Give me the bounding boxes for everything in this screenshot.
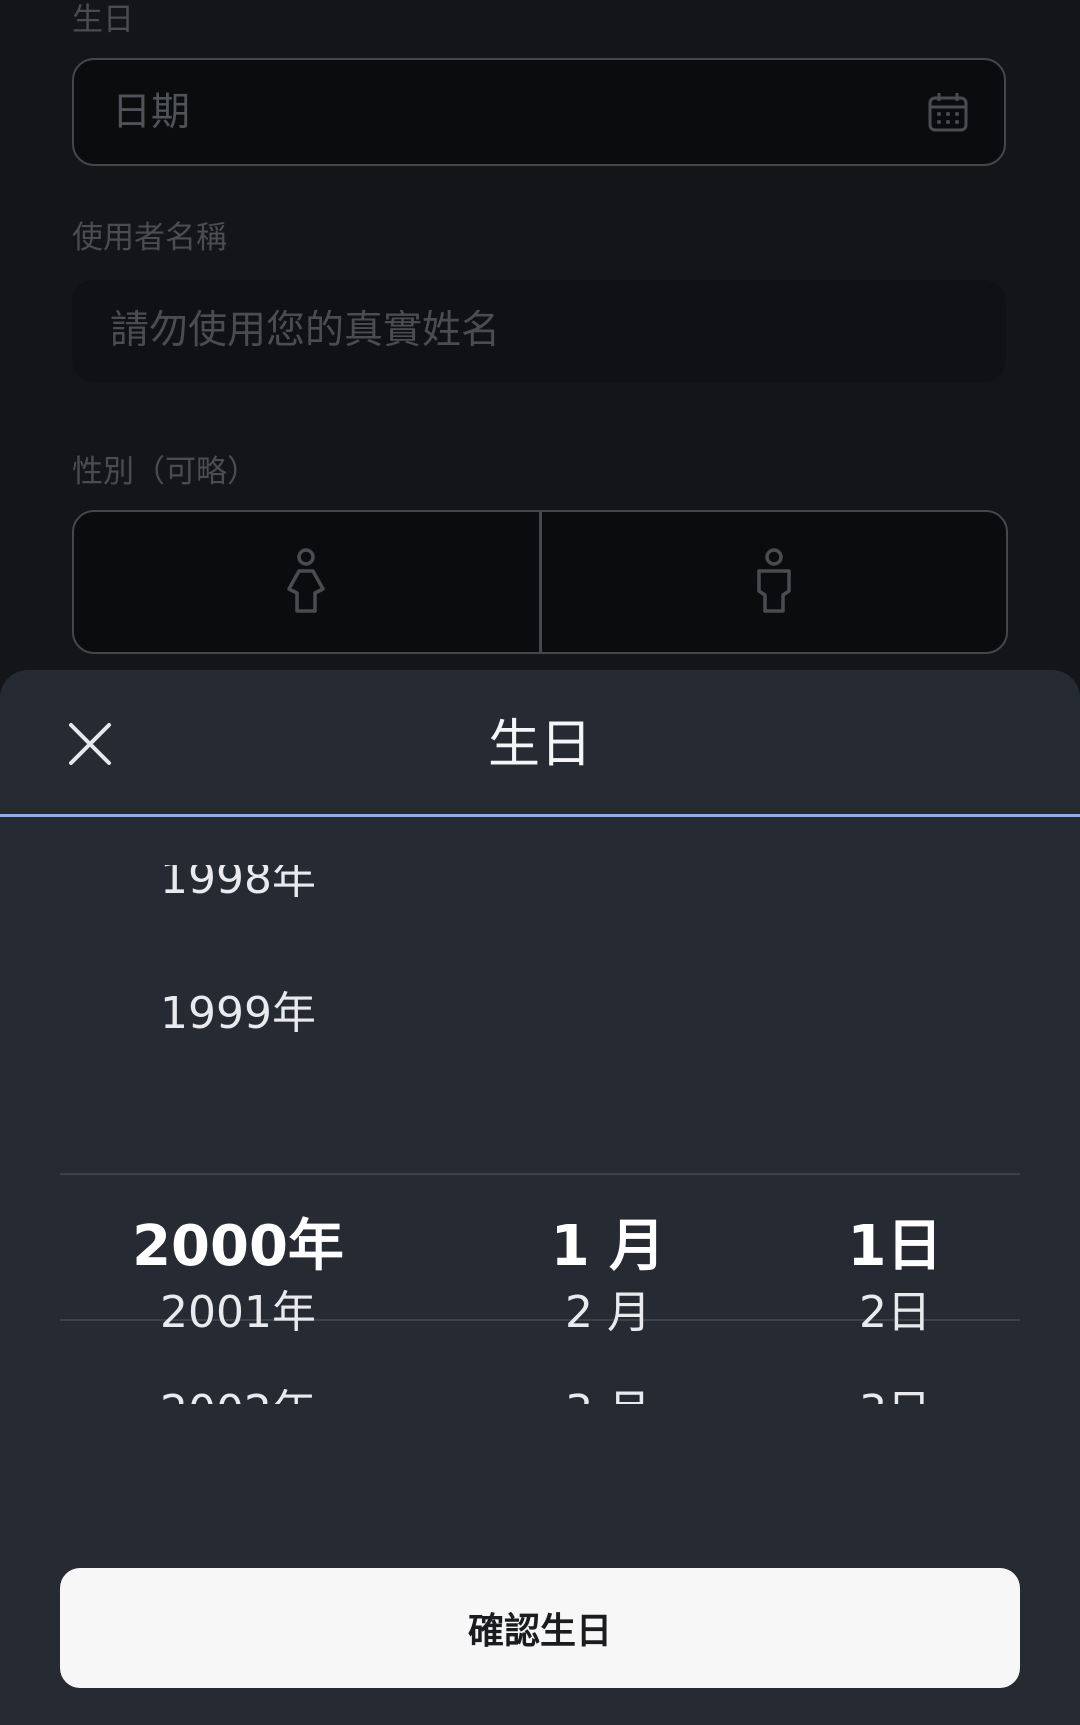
- month-wheel[interactable]: 1 月 2 月 3 月: [458, 817, 758, 1423]
- date-placeholder: 日期: [112, 90, 191, 135]
- female-person-icon: [287, 548, 325, 613]
- calendar-icon: [928, 93, 968, 132]
- birthday-label: 生日: [72, 2, 134, 38]
- day-option[interactable]: 3日: [745, 1382, 1045, 1404]
- month-option[interactable]: 2 月: [458, 1283, 758, 1343]
- profile-setup-screen: 生日 日期 使用者名稱 請勿使用您的真實姓名 性別（可略） 生日 1998年 1…: [0, 0, 1080, 1725]
- day-wheel[interactable]: 1日 2日 3日: [760, 817, 1060, 1423]
- gender-female-button[interactable]: [74, 512, 539, 652]
- date-wheel-picker: 1998年 1999年 2000年 2001年 2002年 1 月 2 月 3 …: [0, 817, 1080, 1423]
- day-option-selected[interactable]: 1日: [745, 1212, 1045, 1282]
- birthday-picker-sheet: 生日 1998年 1999年 2000年 2001年 2002年 1 月 2 月…: [0, 670, 1080, 1725]
- month-option[interactable]: 3 月: [458, 1382, 758, 1404]
- confirm-birthday-button[interactable]: 確認生日: [60, 1568, 1020, 1688]
- username-label: 使用者名稱: [72, 220, 227, 256]
- username-placeholder: 請勿使用您的真實姓名: [110, 308, 501, 353]
- year-option[interactable]: 1999年: [88, 984, 388, 1044]
- gender-label: 性別（可略）: [72, 454, 258, 490]
- gender-selector: [72, 510, 1008, 654]
- month-option-selected[interactable]: 1 月: [458, 1212, 758, 1282]
- year-option[interactable]: 2002年: [88, 1382, 388, 1404]
- day-option[interactable]: 2日: [745, 1283, 1045, 1343]
- sheet-header: 生日: [0, 670, 1080, 817]
- year-option-selected[interactable]: 2000年: [88, 1212, 388, 1282]
- year-wheel[interactable]: 1998年 1999年 2000年 2001年 2002年: [88, 817, 388, 1423]
- sheet-title: 生日: [487, 715, 592, 775]
- birthday-date-field[interactable]: 日期: [72, 58, 1006, 166]
- year-option[interactable]: 2001年: [88, 1283, 388, 1343]
- gender-male-button[interactable]: [538, 512, 1007, 652]
- year-option[interactable]: 1998年: [88, 865, 388, 909]
- username-input[interactable]: 請勿使用您的真實姓名: [72, 280, 1006, 382]
- male-person-icon: [757, 548, 791, 613]
